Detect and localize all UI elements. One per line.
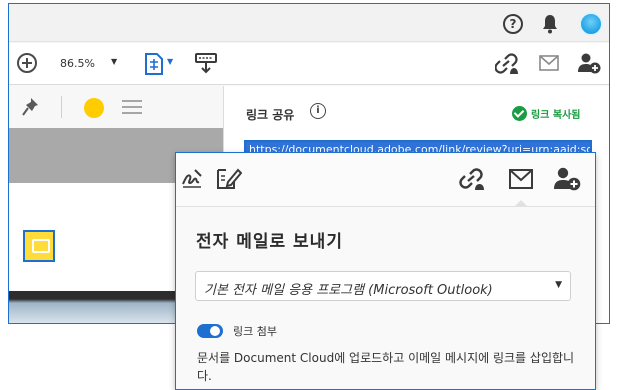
screenshot-stage: ? 86.5% ▼ ▼ 링크 공유 i 링크 복사됨 https://docum…	[0, 0, 618, 390]
email-panel-title: 전자 메일로 보내기	[196, 232, 343, 252]
email-send-panel: 전자 메일로 보내기 기본 전자 메일 응용 프로그램 (Microsoft O…	[175, 152, 596, 390]
toolbar-divider	[61, 96, 62, 118]
mail-icon[interactable]	[539, 55, 559, 71]
link-icon[interactable]	[495, 53, 519, 75]
signature-icon[interactable]	[181, 167, 203, 189]
main-toolbar: 86.5% ▼ ▼	[9, 43, 609, 85]
add-person-icon[interactable]	[553, 166, 581, 191]
top-bar: ?	[9, 4, 609, 42]
download-icon[interactable]	[195, 53, 217, 75]
edit-pdf-icon[interactable]	[216, 166, 242, 190]
sticky-note-icon[interactable]	[23, 230, 55, 262]
help-icon[interactable]: ?	[503, 14, 523, 34]
fit-page-icon[interactable]	[145, 53, 163, 75]
attach-link-toggle[interactable]	[197, 324, 223, 338]
attach-link-label: 링크 첨부	[233, 325, 277, 338]
toggle-knob	[210, 326, 220, 336]
active-tab-indicator	[515, 200, 527, 206]
link-icon[interactable]	[459, 167, 485, 191]
email-app-select-value: 기본 전자 메일 응용 프로그램 (Microsoft Outlook)	[204, 283, 493, 298]
avatar[interactable]	[579, 12, 603, 36]
chevron-down-icon[interactable]: ▼	[111, 57, 117, 66]
chevron-down-icon[interactable]: ▼	[555, 280, 562, 290]
email-panel-toolbar	[176, 153, 595, 207]
pin-icon[interactable]	[22, 97, 40, 117]
share-link-title: 링크 공유	[246, 108, 295, 122]
highlight-color-swatch[interactable]	[84, 98, 104, 118]
chevron-down-icon[interactable]: ▼	[167, 57, 173, 66]
add-person-icon[interactable]	[577, 52, 601, 74]
email-description: 문서를 Document Cloud에 업로드하고 이메일 메시지에 링크를 삽…	[197, 351, 575, 383]
check-icon	[512, 106, 527, 121]
zoom-in-icon[interactable]	[17, 53, 37, 73]
annotation-toolbar	[9, 86, 223, 128]
bell-icon[interactable]	[542, 14, 558, 34]
info-icon[interactable]: i	[310, 103, 326, 119]
link-copied-status: 링크 복사됨	[512, 106, 580, 121]
mail-icon[interactable]	[509, 169, 533, 189]
email-app-select[interactable]: 기본 전자 메일 응용 프로그램 (Microsoft Outlook) ▼	[195, 271, 571, 301]
link-copied-label: 링크 복사됨	[531, 110, 581, 121]
text-lines-icon[interactable]	[121, 99, 143, 115]
zoom-level[interactable]: 86.5%	[60, 57, 95, 70]
